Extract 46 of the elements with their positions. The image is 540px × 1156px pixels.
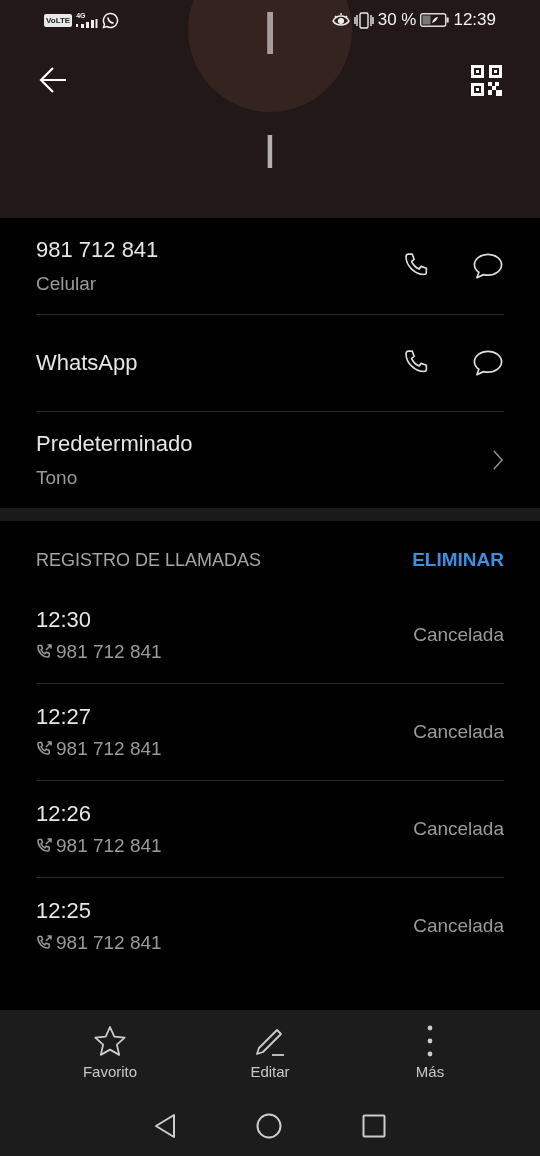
outgoing-call-icon bbox=[36, 838, 52, 854]
call-number: 981 712 841 bbox=[56, 835, 162, 857]
call-number: 981 712 841 bbox=[56, 641, 162, 663]
call-number: 981 712 841 bbox=[56, 738, 162, 760]
more-icon bbox=[427, 1025, 433, 1057]
volte-badge: VoLTE bbox=[44, 13, 73, 27]
contact-name: I bbox=[262, 128, 278, 176]
chevron-icon bbox=[492, 449, 504, 471]
battery-percent: 30 % bbox=[377, 10, 417, 30]
outgoing-call-icon bbox=[36, 741, 52, 757]
call-status: Cancelada bbox=[413, 721, 504, 743]
star-icon bbox=[93, 1025, 127, 1057]
signal-icon bbox=[76, 19, 99, 28]
battery-icon bbox=[420, 13, 450, 27]
call-time: 12:26 bbox=[36, 801, 93, 827]
row-title: WhatsApp bbox=[36, 350, 138, 376]
row-subtitle: Celular bbox=[36, 273, 98, 295]
delete-button[interactable]: ELIMINAR bbox=[412, 549, 504, 571]
qr-code-icon[interactable] bbox=[471, 64, 502, 96]
section-title: REGISTRO DE LLAMADAS bbox=[36, 549, 262, 571]
row-title: Predeterminado bbox=[36, 431, 193, 457]
call-status: Cancelada bbox=[413, 915, 504, 937]
message-icon[interactable] bbox=[472, 348, 504, 378]
eye-icon bbox=[331, 13, 350, 27]
back-nav-icon[interactable] bbox=[154, 1112, 176, 1139]
back-icon[interactable] bbox=[38, 66, 68, 94]
call-status: Cancelada bbox=[413, 624, 504, 646]
outgoing-call-icon bbox=[36, 935, 52, 951]
message-icon[interactable] bbox=[472, 251, 504, 281]
edit-button[interactable]: Editar bbox=[215, 1021, 325, 1084]
outgoing-call-icon bbox=[36, 644, 52, 660]
call-status: Cancelada bbox=[413, 818, 504, 840]
avatar-initial: I bbox=[261, 0, 279, 64]
call-time: 12:25 bbox=[36, 898, 93, 924]
more-button[interactable]: Más bbox=[375, 1021, 485, 1084]
clock: 12:39 bbox=[453, 10, 496, 30]
recents-nav-icon[interactable] bbox=[362, 1113, 386, 1138]
home-nav-icon[interactable] bbox=[256, 1112, 282, 1139]
favorite-button[interactable]: Favorito bbox=[55, 1021, 165, 1084]
call-number: 981 712 841 bbox=[56, 932, 162, 954]
call-time: 12:27 bbox=[36, 704, 93, 730]
call-time: 12:30 bbox=[36, 607, 93, 633]
vibrate-icon bbox=[353, 11, 374, 29]
row-title: 981 712 841 bbox=[36, 237, 159, 263]
whatsapp-icon bbox=[102, 11, 120, 29]
row-subtitle: Tono bbox=[36, 467, 79, 489]
